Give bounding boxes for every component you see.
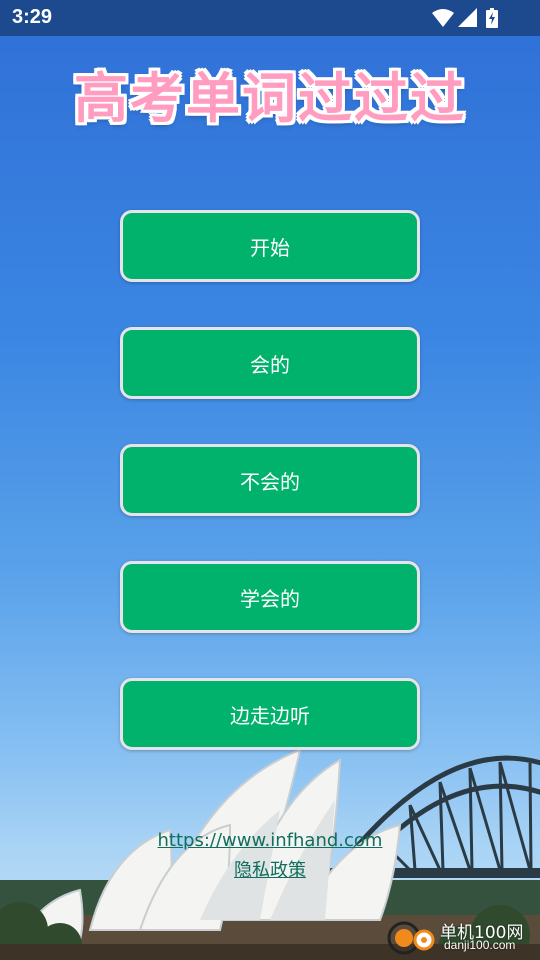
privacy-policy-link[interactable]: 隐私政策 xyxy=(234,856,306,886)
watermark: 单机100网 danji100.com xyxy=(386,916,536,956)
watermark-logo-icon xyxy=(387,921,435,955)
main-menu: 开始 会的 不会的 学会的 边走边听 xyxy=(120,210,420,795)
cellular-signal-icon xyxy=(458,8,477,27)
app-title: 高考单词过过过 xyxy=(74,67,466,130)
status-bar: 3:29 xyxy=(0,0,540,36)
known-words-button[interactable]: 会的 xyxy=(120,327,420,399)
footer-links: https://www.infhand.com 隐私政策 xyxy=(0,826,540,886)
wifi-icon xyxy=(432,9,454,27)
learned-words-button[interactable]: 学会的 xyxy=(120,561,420,633)
battery-charging-icon xyxy=(486,8,498,28)
status-time: 3:29 xyxy=(12,6,53,28)
website-link[interactable]: https://www.infhand.com xyxy=(158,826,383,856)
status-icons xyxy=(432,8,502,28)
listen-while-walking-button[interactable]: 边走边听 xyxy=(120,678,420,750)
watermark-subtext: danji100.com xyxy=(444,938,516,952)
app-screen: 3:29 高考单词过过过 开始 会的 不会的 学会的 边走边听 https://… xyxy=(0,0,540,960)
unknown-words-button[interactable]: 不会的 xyxy=(120,444,420,516)
start-button[interactable]: 开始 xyxy=(120,210,420,282)
